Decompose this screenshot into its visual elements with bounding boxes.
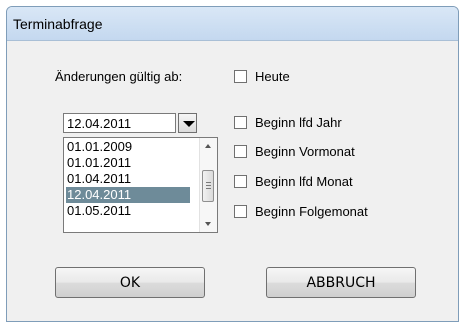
grip-line xyxy=(206,182,211,183)
dialog-content: Änderungen gültig ab: Heute Beginn lfd J… xyxy=(15,41,450,321)
scroll-up-button[interactable] xyxy=(200,138,217,155)
checkbox-beginn-vormonat[interactable] xyxy=(234,145,247,158)
arrow-up-icon xyxy=(205,144,211,148)
date-combobox-dropdown-button[interactable] xyxy=(178,113,197,133)
chevron-down-icon xyxy=(183,121,195,127)
date-listbox[interactable]: 01.01.2009 01.01.2011 01.04.2011 12.04.2… xyxy=(63,137,218,233)
scroll-down-button[interactable] xyxy=(200,215,217,232)
cancel-button[interactable]: ABBRUCH xyxy=(266,267,416,298)
window-title: Terminabfrage xyxy=(13,16,103,32)
checkbox-beginn-folgemonat[interactable] xyxy=(234,205,247,218)
title-bar[interactable]: Terminabfrage xyxy=(7,7,458,41)
terminabfrage-dialog: Terminabfrage Änderungen gültig ab: Heut… xyxy=(6,6,459,322)
checkbox-beginn-lfd-jahr[interactable] xyxy=(234,116,247,129)
checkbox-beginn-lfd-jahr-label[interactable]: Beginn lfd Jahr xyxy=(255,115,342,130)
date-combobox[interactable]: 12.04.2011 xyxy=(63,113,197,133)
grip-line xyxy=(206,185,211,186)
grip-line xyxy=(206,188,211,189)
ok-button[interactable]: OK xyxy=(55,267,205,298)
checkbox-beginn-folgemonat-label[interactable]: Beginn Folgemonat xyxy=(255,204,368,219)
list-item[interactable]: 01.04.2011 xyxy=(66,171,190,187)
scroll-thumb[interactable] xyxy=(202,170,214,202)
date-combobox-field[interactable]: 12.04.2011 xyxy=(63,113,176,133)
list-item-selected[interactable]: 12.04.2011 xyxy=(66,187,190,203)
checkbox-beginn-lfd-monat[interactable] xyxy=(234,175,247,188)
list-scrollbar[interactable] xyxy=(199,138,217,232)
checkbox-beginn-lfd-monat-label[interactable]: Beginn lfd Monat xyxy=(255,174,353,189)
arrow-down-icon xyxy=(205,222,211,226)
checkbox-heute-label[interactable]: Heute xyxy=(255,69,290,84)
list-item[interactable]: 01.05.2011 xyxy=(66,203,190,219)
valid-from-label: Änderungen gültig ab: xyxy=(55,69,183,84)
list-item[interactable]: 01.01.2009 xyxy=(66,139,190,155)
checkbox-heute[interactable] xyxy=(234,70,247,83)
list-item[interactable]: 01.01.2011 xyxy=(66,155,190,171)
checkbox-beginn-vormonat-label[interactable]: Beginn Vormonat xyxy=(255,144,355,159)
